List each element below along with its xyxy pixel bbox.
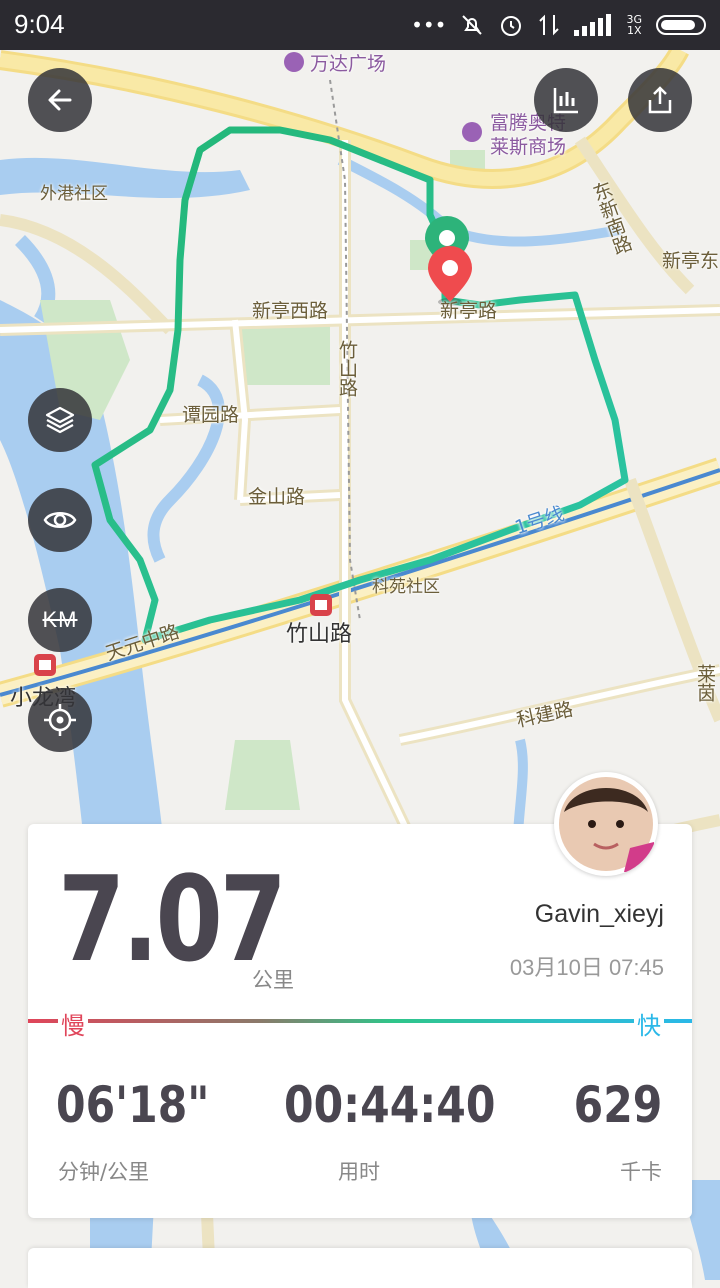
signal-arrows-icon [539,14,560,36]
pace-value: 06'18" [56,1076,210,1134]
km-markers-button[interactable]: KM [28,588,92,652]
road-label: 新亭东 [662,250,720,272]
road-label: 竹山路 [336,340,358,397]
back-button[interactable] [28,68,92,132]
locate-button[interactable] [28,688,92,752]
alarm-icon [501,16,522,36]
visibility-button[interactable] [28,488,92,552]
duration-value: 00:44:40 [284,1076,496,1134]
canal-north [0,157,250,199]
calories-label: 千卡 [620,1160,662,1184]
metro-station-icon [310,594,332,616]
status-icons: ••• 3G 1X [411,10,706,40]
eye-icon [43,512,77,528]
bottom-sheet-peek[interactable] [28,1248,692,1288]
road-label: 谭园路 [182,404,240,426]
station-label: 竹山路 [286,622,353,647]
locate-icon [44,704,76,736]
share-icon [648,86,672,114]
road-label: 莱茵 [694,664,716,702]
calories-value: 629 [573,1076,662,1134]
community-label: 外港社区 [40,184,108,204]
pace-label: 分钟/公里 [58,1160,150,1184]
shopping-icon [284,52,304,72]
km-label: KM [42,607,78,632]
road-label: 新亭路 [440,300,498,322]
share-button[interactable] [628,68,692,132]
layers-icon [45,406,75,434]
chart-button[interactable] [534,68,598,132]
battery-icon [656,15,706,35]
distance-value: 7.07 [58,850,287,988]
avatar-photo [559,777,654,872]
more-icon: ••• [411,13,447,37]
poi-label: 莱斯商场 [490,136,567,158]
duration-label: 用时 [338,1160,380,1184]
distance-unit: 公里 [252,968,294,992]
metro-station-icon [34,654,56,676]
shopping-icon [462,122,482,142]
park-3 [225,740,300,810]
status-time: 9:04 [14,9,65,39]
road-label: 新亭西路 [252,300,329,322]
run-date: 03月10日 07:45 [509,955,664,980]
poi-label: 万达广场 [310,53,387,75]
road-label: 金山路 [248,486,306,508]
park-1 [240,320,330,385]
network-type: 3G 1X [626,13,642,37]
community-label: 科苑社区 [372,577,440,597]
avatar[interactable] [554,772,658,876]
pace-gradient-bar [28,1019,692,1023]
layers-button[interactable] [28,388,92,452]
fast-label: 快 [634,1006,664,1041]
mute-icon [462,15,483,35]
back-icon [48,89,72,111]
slow-label: 慢 [58,1006,88,1041]
bar-chart-icon [553,88,578,114]
username[interactable]: Gavin_xieyj [535,900,664,929]
status-bar: 9:04 ••• 3G 1X [0,0,720,50]
signal-bars-icon [574,14,612,36]
